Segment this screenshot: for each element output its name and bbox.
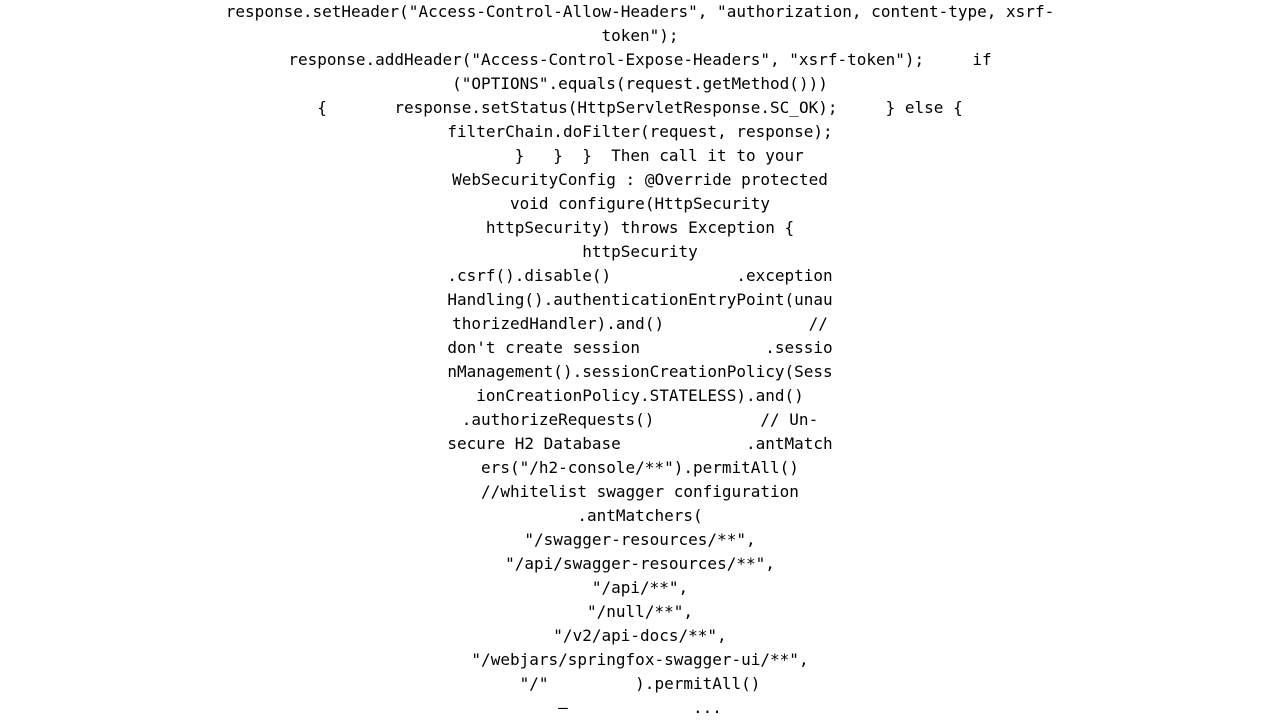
code-line-17: .authorizeRequests() // Un- [200, 408, 1080, 432]
code-line-19: ers("/h2-console/**").permitAll() [200, 456, 1080, 480]
code-line-11: .csrf().disable() .exception [200, 264, 1080, 288]
code-line-21: .antMatchers( [200, 504, 1080, 528]
code-line-3: ("OPTIONS".equals(request.getMethod())) [200, 72, 1080, 96]
code-line-13: thorizedHandler).and() // [200, 312, 1080, 336]
code-line-29: — ... [200, 696, 1080, 720]
code-line-14: don't create session .sessio [200, 336, 1080, 360]
code-block: response.setHeader("Access-Control-Allow… [0, 0, 1280, 720]
code-line-22: "/swagger-resources/**", [200, 528, 1080, 552]
code-line-7: WebSecurityConfig : @Override protected [200, 168, 1080, 192]
code-line-5: filterChain.doFilter(request, response); [200, 120, 1080, 144]
code-line-20: //whitelist swagger configuration [200, 480, 1080, 504]
code-line-10: httpSecurity [200, 240, 1080, 264]
code-line-28: "/" ).permitAll() [200, 672, 1080, 696]
code-line-9: httpSecurity) throws Exception { [200, 216, 1080, 240]
code-line-15: nManagement().sessionCreationPolicy(Sess [200, 360, 1080, 384]
code-line-18: secure H2 Database .antMatch [200, 432, 1080, 456]
code-line-27: "/webjars/springfox-swagger-ui/**", [200, 648, 1080, 672]
code-line-6: } } } Then call it to your [200, 144, 1080, 168]
code-line-23: "/api/swagger-resources/**", [200, 552, 1080, 576]
code-line-1: response.setHeader("Access-Control-Allow… [200, 0, 1080, 48]
code-line-12: Handling().authenticationEntryPoint(unau [200, 288, 1080, 312]
code-line-2: response.addHeader("Access-Control-Expos… [200, 48, 1080, 72]
code-line-26: "/v2/api-docs/**", [200, 624, 1080, 648]
code-line-24: "/api/**", [200, 576, 1080, 600]
code-line-25: "/null/**", [200, 600, 1080, 624]
code-line-4: { response.setStatus(HttpServletResponse… [200, 96, 1080, 120]
code-line-8: void configure(HttpSecurity [200, 192, 1080, 216]
code-line-16: ionCreationPolicy.STATELESS).and() [200, 384, 1080, 408]
